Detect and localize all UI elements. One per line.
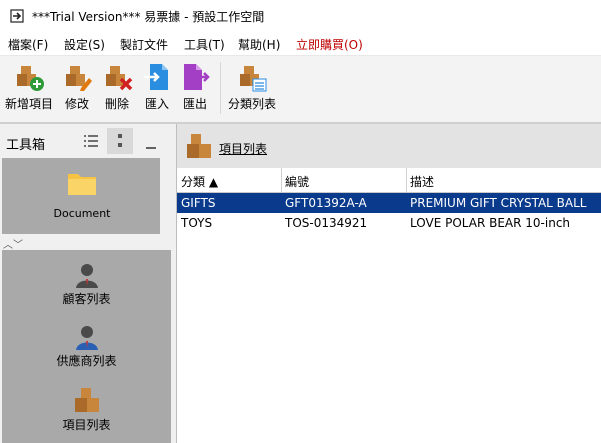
toolbox-title: 工具箱	[6, 138, 46, 153]
cell-code: TOS-0134921	[285, 216, 368, 230]
icon-view-icon	[118, 134, 122, 147]
add-item-icon	[17, 66, 44, 91]
delete-label: 刪除	[104, 97, 129, 111]
items-icon	[74, 388, 99, 412]
edit-button[interactable]: 修改	[62, 60, 92, 118]
menu-help[interactable]: 幫助(H)	[238, 36, 280, 53]
edit-label: 修改	[64, 97, 89, 111]
menu-file[interactable]: 檔案(F)	[8, 36, 48, 53]
menu-settings[interactable]: 設定(S)	[64, 36, 105, 53]
import-icon	[144, 64, 168, 90]
import-label: 匯入	[144, 97, 169, 111]
list-view-icon	[84, 135, 98, 147]
edit-icon	[66, 66, 92, 91]
toolbar: 新增項目 修改 刪除 匯入 匯出 分類列表	[0, 55, 601, 123]
list-section: 顧客列表 供應商列表 項目列表	[2, 250, 171, 443]
document-section: Document	[2, 158, 171, 234]
icon-view-button[interactable]	[107, 128, 133, 154]
menu-buy-now[interactable]: 立即購買(O)	[296, 36, 363, 53]
column-divider[interactable]	[281, 168, 282, 192]
sidebar-item-items[interactable]: 項目列表	[2, 386, 171, 433]
cell-code: GFT01392A-A	[285, 196, 367, 210]
column-divider[interactable]	[406, 168, 407, 192]
export-label: 匯出	[182, 97, 207, 111]
column-header-category[interactable]: 分類 ▲	[181, 173, 218, 190]
list-view-button[interactable]	[78, 128, 104, 154]
menu-bar: 檔案(F) 設定(S) 製訂文件 工具(T) 幫助(H) 立即購買(O)	[0, 32, 601, 55]
add-item-label: 新增項目	[4, 97, 53, 111]
window-title: ***Trial Version*** 易票據 - 預設工作空間	[32, 10, 265, 24]
delete-icon	[106, 66, 133, 91]
export-icon	[184, 64, 210, 90]
category-list-button[interactable]: 分類列表	[226, 60, 278, 118]
category-list-label: 分類列表	[227, 97, 276, 111]
sidebar-item-suppliers-label: 供應商列表	[56, 354, 117, 368]
sidebar-item-customers[interactable]: 顧客列表	[2, 262, 171, 307]
sidebar-item-customers-label: 顧客列表	[62, 292, 111, 306]
table-header: 分類 ▲ 編號 描述	[177, 168, 601, 193]
document-item[interactable]: Document	[2, 158, 162, 234]
table-row[interactable]: GIFTS GFT01392A-A PREMIUM GIFT CRYSTAL B…	[177, 193, 601, 213]
sidebar-item-suppliers[interactable]: 供應商列表	[2, 324, 171, 369]
category-list-icon	[240, 66, 267, 92]
supplier-icon	[75, 326, 98, 350]
main-panel: 項目列表 分類 ▲ 編號 描述 GIFTS GFT01392A-A PREMIU…	[176, 124, 601, 443]
menu-make-document[interactable]: 製訂文件	[120, 36, 168, 53]
table-row[interactable]: TOYS TOS-0134921 LOVE POLAR BEAR 10-inch	[177, 213, 601, 233]
minimize-panel-button[interactable]	[138, 128, 164, 154]
cell-category: GIFTS	[181, 196, 216, 210]
add-item-button[interactable]: 新增項目	[4, 60, 54, 118]
title-bar: ***Trial Version*** 易票據 - 預設工作空間	[0, 0, 601, 32]
column-header-description[interactable]: 描述	[410, 173, 434, 190]
document-scrollbar[interactable]	[160, 158, 171, 234]
main-header: 項目列表	[177, 124, 601, 168]
cell-category: TOYS	[181, 216, 213, 230]
sidebar-item-items-label: 項目列表	[62, 418, 111, 432]
import-button[interactable]: 匯入	[142, 60, 172, 118]
toolbox-panel: 工具箱 Document ︿﹀ 顧客列表 供應商列表 項目列表	[0, 124, 176, 443]
customer-icon	[75, 264, 98, 288]
toolbar-separator	[220, 62, 221, 114]
cell-description: PREMIUM GIFT CRYSTAL BALL	[410, 196, 587, 210]
document-label: Document	[53, 207, 111, 220]
column-header-code[interactable]: 編號	[285, 173, 309, 190]
delete-button[interactable]: 刪除	[102, 60, 133, 118]
app-icon	[10, 9, 24, 23]
item-list-icon	[187, 134, 211, 158]
minimize-icon	[146, 147, 156, 149]
collapse-arrows-icon[interactable]: ︿﹀	[3, 236, 23, 251]
page-title: 項目列表	[219, 142, 268, 156]
folder-icon	[68, 174, 96, 195]
cell-description: LOVE POLAR BEAR 10-inch	[410, 216, 571, 230]
menu-tools[interactable]: 工具(T)	[184, 36, 225, 53]
export-button[interactable]: 匯出	[180, 60, 210, 118]
